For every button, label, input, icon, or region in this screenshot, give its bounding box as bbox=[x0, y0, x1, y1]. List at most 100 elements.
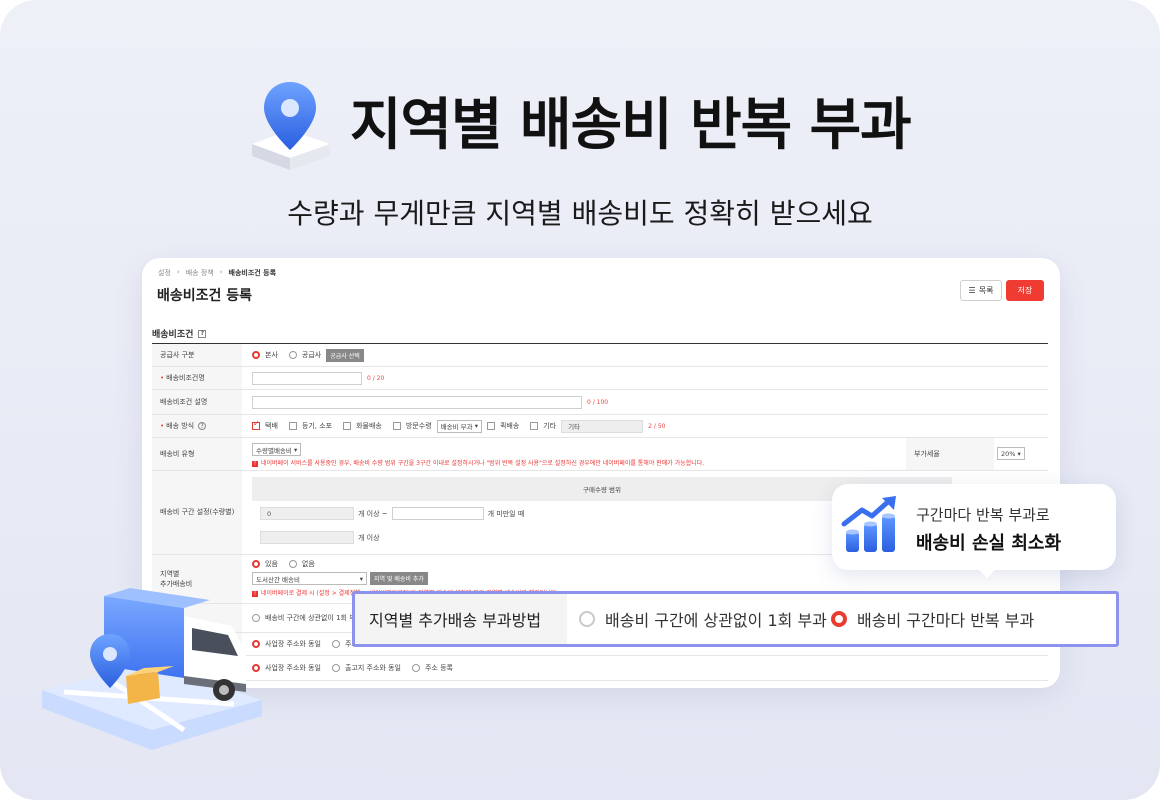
range-row-1: 0 개 이상 ~ 개 미만일 때 bbox=[260, 507, 524, 520]
row-value: 0 / 20 bbox=[252, 367, 1048, 389]
checkbox-etc[interactable] bbox=[530, 422, 539, 430]
row-description: 배송비조건 설명 0 / 100 bbox=[152, 390, 1048, 415]
range-to-input[interactable] bbox=[391, 507, 484, 520]
save-button[interactable]: 저장 bbox=[1006, 280, 1044, 301]
range-last-suffix: 개 이상 bbox=[358, 533, 380, 542]
range-last-input[interactable] bbox=[260, 531, 354, 544]
location-pin-icon bbox=[252, 82, 330, 170]
row-name: • 배송비조건명 0 / 20 bbox=[152, 367, 1048, 390]
help-icon[interactable]: ? bbox=[198, 422, 207, 430]
radio-label: 배송비 구간에 상관없이 1회 부과 bbox=[265, 614, 363, 622]
radio-charge-repeat[interactable] bbox=[831, 611, 847, 627]
checkbox-label: 방문수령 bbox=[405, 422, 432, 430]
radio-label: 있음 bbox=[265, 560, 278, 568]
radio-label: 출고지 주소와 동일 bbox=[344, 664, 401, 672]
checkbox-freight[interactable] bbox=[343, 422, 352, 430]
select-value: 20% bbox=[1001, 449, 1016, 458]
select-value: 수량별배송비 bbox=[256, 446, 292, 455]
row-label-text: 배송비조건명 bbox=[166, 374, 205, 382]
checkbox-quick[interactable] bbox=[486, 422, 495, 430]
required-mark: • bbox=[160, 422, 165, 430]
checkbox-label: 등기, 소포 bbox=[301, 422, 333, 430]
radio-label: 본사 bbox=[265, 351, 278, 359]
region-radio-group: 있음 없음 bbox=[252, 559, 592, 569]
chevron-down-icon: ▾ bbox=[474, 422, 478, 430]
add-region-button[interactable]: 지역 및 배송비 추가 bbox=[370, 572, 428, 585]
radio-address-register[interactable] bbox=[331, 640, 340, 648]
range-from-input[interactable]: 0 bbox=[260, 507, 354, 520]
row-value: 택배 등기, 소포 화물배송 방문수령 배송비 부과 ▾ 퀵배송 기타 기타 2… bbox=[252, 415, 1048, 437]
chevron-down-icon: ▾ bbox=[293, 445, 298, 454]
range-to-suffix: 개 미만일 때 bbox=[487, 509, 525, 518]
region-select-group: 도서산간 배송비 ▾ 지역 및 배송비 추가 bbox=[252, 572, 592, 585]
row-label: 배송비 유형 bbox=[152, 438, 242, 470]
radio-region-yes[interactable] bbox=[252, 560, 260, 568]
row-value: 사업장 주소와 동일 출고지 주소와 동일 주소 등록 bbox=[252, 656, 1048, 680]
checkbox-label: 기타 bbox=[543, 422, 557, 430]
tax-select[interactable]: 20% ▾ bbox=[997, 447, 1025, 460]
select-supplier-button[interactable]: 공급사 선택 bbox=[326, 348, 364, 362]
charge-repeat-option[interactable]: 배송비 구간마다 반복 부과 bbox=[831, 594, 1034, 644]
delivery-truck-icon bbox=[42, 588, 262, 750]
list-button-label: 목록 bbox=[978, 286, 994, 295]
radio-label: 공급사 bbox=[301, 351, 322, 359]
list-icon: ☰ bbox=[968, 286, 976, 295]
char-count: 0 / 100 bbox=[587, 398, 609, 406]
hero-title: 지역별 배송비 반복 부과 bbox=[350, 93, 912, 158]
checkbox-parcel[interactable] bbox=[252, 419, 260, 430]
required-mark: • bbox=[160, 374, 165, 382]
row-supplier: 공급사 구분 본사 공급사 공급사 선택 bbox=[152, 344, 1048, 367]
radio-supplier[interactable] bbox=[288, 351, 297, 359]
naverpay-warning: 네이버페이 서비스를 사용중인 경우, 배송비 수량 범위 구간을 3구간 이내… bbox=[252, 458, 812, 467]
char-count: 2 / 50 bbox=[648, 422, 666, 430]
breadcrumb-item[interactable]: 배송 정책 bbox=[186, 268, 214, 278]
etc-input[interactable]: 기타 bbox=[561, 419, 644, 433]
row-label: 배송비 구간 설정(수량별) bbox=[152, 471, 242, 554]
radio-label: 없음 bbox=[301, 560, 315, 568]
fee-type-select[interactable]: 수량별배송비 ▾ bbox=[252, 443, 302, 456]
section-title: 배송비조건 ? bbox=[152, 327, 207, 340]
name-input[interactable] bbox=[252, 371, 362, 385]
help-icon[interactable]: ? bbox=[198, 329, 207, 338]
tax-label: 부가세율 bbox=[906, 438, 994, 470]
breadcrumb-item[interactable]: 설정 bbox=[158, 268, 171, 278]
chevron-down-icon: ▾ bbox=[1017, 449, 1021, 458]
radio-charge-once[interactable] bbox=[579, 611, 595, 627]
row-label-text: 배송 방식 bbox=[166, 422, 195, 430]
row-method: •배송 방식? 택배 등기, 소포 화물배송 방문수령 배송비 부과 ▾ 퀵배송… bbox=[152, 415, 1048, 438]
char-count: 0 / 20 bbox=[367, 374, 385, 382]
radio-address-warehouse[interactable] bbox=[331, 664, 340, 672]
highlighted-charge-row: 지역별 추가배송 부과방법 배송비 구간에 상관없이 1회 부과 배송비 구간마… bbox=[352, 591, 1119, 647]
highlight-label: 지역별 추가배송 부과방법 bbox=[355, 594, 567, 644]
radio-hq[interactable] bbox=[252, 351, 260, 359]
breadcrumb: 설정 › 배송 정책 › 배송비조건 등록 bbox=[158, 268, 276, 278]
promo-canvas: 지역별 배송비 반복 부과 수량과 무게만큼 지역별 배송비도 정확히 받으세요… bbox=[0, 0, 1160, 800]
radio-label: 배송비 구간마다 반복 부과 bbox=[857, 611, 1035, 630]
row-label-line: 지역별 bbox=[160, 570, 180, 578]
row-label: • 배송 방식? bbox=[152, 415, 242, 437]
row-value: 본사 공급사 공급사 선택 bbox=[252, 344, 1048, 366]
charge-once-option[interactable]: 배송비 구간에 상관없이 1회 부과 bbox=[579, 594, 827, 644]
description-input[interactable] bbox=[252, 395, 582, 409]
row-fee-type: 배송비 유형 수량별배송비 ▾ 네이버페이 서비스를 사용중인 경우, 배송비 … bbox=[152, 438, 1048, 471]
radio-label: 배송비 구간에 상관없이 1회 부과 bbox=[605, 611, 827, 630]
growth-chart-icon bbox=[841, 496, 896, 552]
chevron-down-icon: ▾ bbox=[359, 574, 363, 583]
checkbox-label: 퀵배송 bbox=[499, 422, 520, 430]
row-label: 공급사 구분 bbox=[152, 344, 242, 366]
radio-region-no[interactable] bbox=[288, 560, 297, 568]
checkbox-label: 택배 bbox=[265, 422, 278, 430]
range-row-2: 개 이상 bbox=[260, 531, 380, 544]
radio-label: 주소 등록 bbox=[424, 664, 453, 672]
fee-type-value: 수량별배송비 ▾ 네이버페이 서비스를 사용중인 경우, 배송비 수량 범위 구… bbox=[252, 443, 812, 467]
breadcrumb-current: 배송비조건 등록 bbox=[228, 269, 277, 277]
list-button[interactable]: ☰ 목록 bbox=[960, 280, 1002, 301]
checkbox-pickup[interactable] bbox=[392, 422, 401, 430]
range-from-suffix: 개 이상 ~ bbox=[358, 509, 388, 518]
callout-line1: 구간마다 반복 부과로 bbox=[916, 506, 1050, 524]
checkbox-registered[interactable] bbox=[288, 422, 297, 430]
radio-address-register[interactable] bbox=[411, 664, 420, 672]
pickup-fee-select[interactable]: 배송비 부과 ▾ bbox=[436, 419, 482, 433]
callout-line2: 배송비 손실 최소화 bbox=[916, 533, 1062, 554]
select-value: 배송비 부과 bbox=[440, 423, 473, 431]
